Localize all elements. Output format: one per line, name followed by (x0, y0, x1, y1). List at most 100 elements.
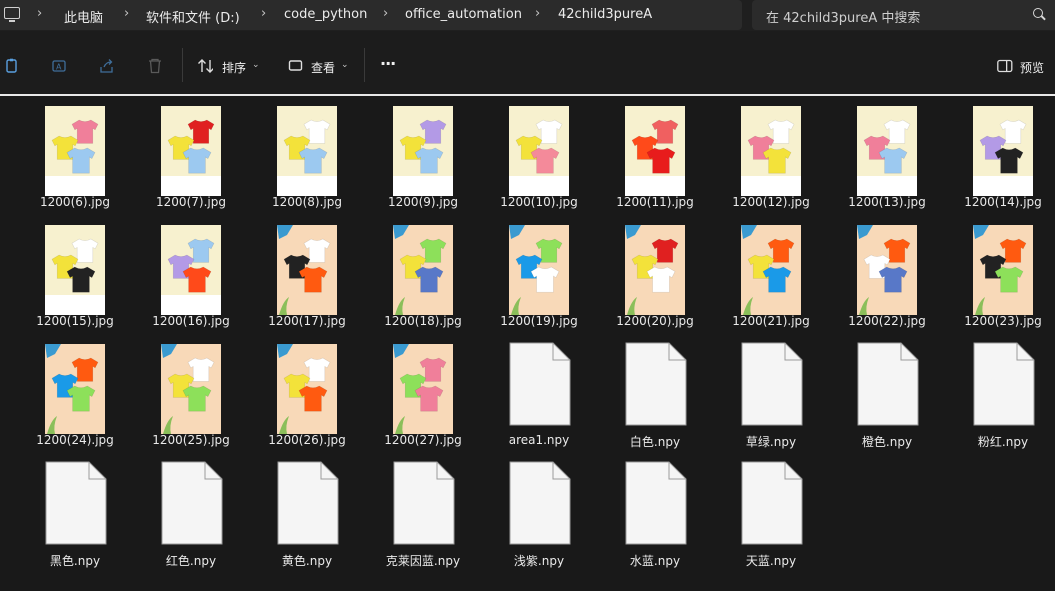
image-file-item[interactable]: 1200(18).jpg (365, 215, 481, 333)
image-file-item[interactable]: 1200(10).jpg (481, 96, 597, 214)
file-name-label: 1200(19).jpg (500, 314, 578, 328)
image-file-item[interactable]: 1200(23).jpg (945, 215, 1055, 333)
preview-button[interactable]: 预览 (1020, 59, 1044, 76)
image-file-item[interactable]: 1200(20).jpg (597, 215, 713, 333)
view-button[interactable]: 查看 (311, 59, 335, 76)
image-file-item[interactable]: 1200(25).jpg (133, 334, 249, 452)
address-bar: › 此电脑 › 软件和文件 (D:) › code_python › offic… (0, 0, 1055, 31)
file-name-label: 1200(15).jpg (36, 314, 114, 328)
npy-file-item[interactable]: 水蓝.npy (597, 453, 713, 571)
image-file-item[interactable]: 1200(24).jpg (17, 334, 133, 452)
npy-file-item[interactable]: 克莱因蓝.npy (365, 453, 481, 571)
npy-file-item[interactable]: 草绿.npy (713, 334, 829, 452)
sort-button[interactable]: 排序 (222, 59, 246, 76)
image-file-item[interactable]: 1200(17).jpg (249, 215, 365, 333)
image-file-item[interactable]: 1200(27).jpg (365, 334, 481, 452)
image-thumbnail (973, 106, 1033, 196)
file-name-label: 1200(25).jpg (152, 433, 230, 447)
image-thumbnail (393, 344, 453, 434)
blank-file-icon (741, 461, 803, 545)
npy-file-item[interactable]: 黄色.npy (249, 453, 365, 571)
image-file-item[interactable]: 1200(6).jpg (17, 96, 133, 214)
npy-file-item[interactable]: 白色.npy (597, 334, 713, 452)
more-options-button[interactable]: ··· (380, 54, 396, 73)
image-thumbnail (509, 225, 569, 315)
npy-file-item[interactable]: 天蓝.npy (713, 453, 829, 571)
file-name-label: 黑色.npy (49, 554, 101, 568)
file-name-label: 1200(17).jpg (268, 314, 346, 328)
image-thumbnail (277, 225, 337, 315)
image-file-item[interactable]: 1200(21).jpg (713, 215, 829, 333)
share-icon[interactable] (99, 58, 115, 74)
image-thumbnail (741, 225, 801, 315)
chevron-right-icon[interactable]: › (535, 6, 540, 21)
breadcrumb-item[interactable]: 软件和文件 (D:) (146, 7, 240, 26)
image-thumbnail (393, 225, 453, 315)
image-thumbnail (393, 106, 453, 196)
image-thumbnail (161, 106, 221, 196)
chevron-right-icon[interactable]: › (37, 6, 42, 21)
copy-icon[interactable] (4, 58, 20, 74)
sort-icon[interactable] (197, 58, 213, 74)
image-file-item[interactable]: 1200(19).jpg (481, 215, 597, 333)
chevron-right-icon[interactable]: › (261, 6, 266, 21)
breadcrumb-item[interactable]: 此电脑 (64, 7, 103, 26)
toolbar-divider (364, 48, 365, 82)
blank-file-icon (393, 461, 455, 545)
chevron-down-icon[interactable]: ⌄ (341, 60, 349, 70)
image-file-item[interactable]: 1200(14).jpg (945, 96, 1055, 214)
image-thumbnail (161, 225, 221, 315)
image-file-item[interactable]: 1200(13).jpg (829, 96, 945, 214)
file-name-label: 草绿.npy (745, 435, 797, 449)
npy-file-item[interactable]: 红色.npy (133, 453, 249, 571)
npy-file-item[interactable]: area1.npy (481, 334, 597, 452)
image-thumbnail (741, 106, 801, 196)
file-grid: 1200(6).jpg 1200(7).jpg 1200(8).jpg 1200(9)… (0, 96, 1055, 591)
image-file-item[interactable]: 1200(11).jpg (597, 96, 713, 214)
chevron-right-icon[interactable]: › (383, 6, 388, 21)
blank-file-icon (509, 461, 571, 545)
image-thumbnail (625, 225, 685, 315)
blank-file-icon (625, 342, 687, 426)
breadcrumb-item[interactable]: code_python (284, 7, 367, 22)
preview-pane-icon[interactable] (997, 58, 1013, 74)
image-thumbnail (45, 106, 105, 196)
chevron-down-icon[interactable]: ⌄ (252, 60, 260, 70)
image-file-item[interactable]: 1200(8).jpg (249, 96, 365, 214)
rename-icon[interactable]: A (52, 58, 68, 74)
image-file-item[interactable]: 1200(9).jpg (365, 96, 481, 214)
blank-file-icon (509, 342, 571, 426)
computer-icon[interactable] (4, 7, 20, 22)
search-input[interactable]: 在 42child3pureA 中搜索 (766, 7, 920, 26)
image-file-item[interactable]: 1200(26).jpg (249, 334, 365, 452)
npy-file-item[interactable]: 黑色.npy (17, 453, 133, 571)
file-name-label: 浅紫.npy (513, 554, 565, 568)
breadcrumb[interactable]: › 此电脑 › 软件和文件 (D:) › code_python › offic… (0, 0, 742, 30)
npy-file-item[interactable]: 粉红.npy (945, 334, 1055, 452)
image-file-item[interactable]: 1200(16).jpg (133, 215, 249, 333)
file-name-label: 1200(6).jpg (40, 195, 110, 209)
file-name-label: 橙色.npy (861, 435, 913, 449)
file-name-label: 1200(18).jpg (384, 314, 462, 328)
image-file-item[interactable]: 1200(22).jpg (829, 215, 945, 333)
file-name-label: 1200(23).jpg (964, 314, 1042, 328)
file-name-label: 1200(8).jpg (272, 195, 342, 209)
breadcrumb-item-current[interactable]: 42child3pureA (558, 7, 652, 22)
image-file-item[interactable]: 1200(7).jpg (133, 96, 249, 214)
npy-file-item[interactable]: 浅紫.npy (481, 453, 597, 571)
search-box[interactable]: 在 42child3pureA 中搜索 (752, 0, 1055, 30)
file-name-label: 1200(14).jpg (964, 195, 1042, 209)
image-thumbnail (973, 225, 1033, 315)
image-file-item[interactable]: 1200(15).jpg (17, 215, 133, 333)
file-name-label: 粉红.npy (977, 435, 1029, 449)
blank-file-icon (973, 342, 1035, 426)
file-name-label: 1200(24).jpg (36, 433, 114, 447)
npy-file-item[interactable]: 橙色.npy (829, 334, 945, 452)
image-file-item[interactable]: 1200(12).jpg (713, 96, 829, 214)
chevron-right-icon[interactable]: › (124, 6, 129, 21)
view-icon[interactable] (288, 58, 304, 74)
breadcrumb-item[interactable]: office_automation (405, 7, 522, 22)
delete-icon[interactable] (147, 58, 163, 74)
search-icon[interactable] (1033, 8, 1043, 18)
file-name-label: 1200(27).jpg (384, 433, 462, 447)
